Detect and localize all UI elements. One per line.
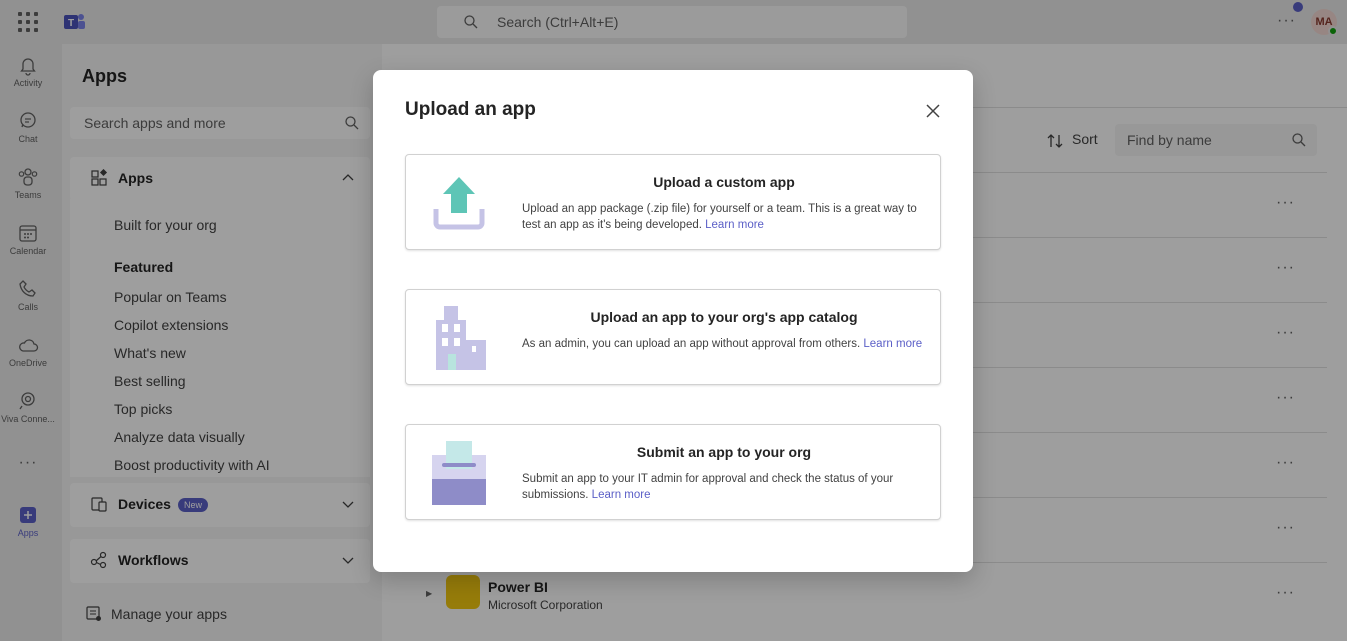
upload-app-dialog: Upload an app Upload a custom app Upload… <box>373 70 973 572</box>
close-icon[interactable] <box>921 99 945 123</box>
learn-more-link[interactable]: Learn more <box>705 219 764 231</box>
card-title: Upload an app to your org's app catalog <box>590 309 858 325</box>
submit-app-to-org-card[interactable]: Submit an app to your org Submit an app … <box>405 424 941 520</box>
card-description: As an admin, you can upload an app witho… <box>522 336 926 352</box>
upload-custom-app-card[interactable]: Upload a custom app Upload an app packag… <box>405 154 941 250</box>
card-title: Submit an app to your org <box>636 444 812 460</box>
upload-to-org-catalog-card[interactable]: Upload an app to your org's app catalog … <box>405 289 941 385</box>
card-description-text: As an admin, you can upload an app witho… <box>522 338 861 350</box>
dialog-title: Upload an app <box>405 99 536 120</box>
building-icon <box>436 306 486 370</box>
card-description: Upload an app package (.zip file) for yo… <box>522 201 926 233</box>
upload-arrow-icon <box>433 177 485 230</box>
card-description: Submit an app to your IT admin for appro… <box>522 471 926 503</box>
learn-more-link[interactable]: Learn more <box>863 338 922 350</box>
submit-box-icon <box>432 441 486 505</box>
card-title: Upload a custom app <box>653 174 795 190</box>
card-description-text: Submit an app to your IT admin for appro… <box>522 473 894 501</box>
learn-more-link[interactable]: Learn more <box>592 489 651 501</box>
